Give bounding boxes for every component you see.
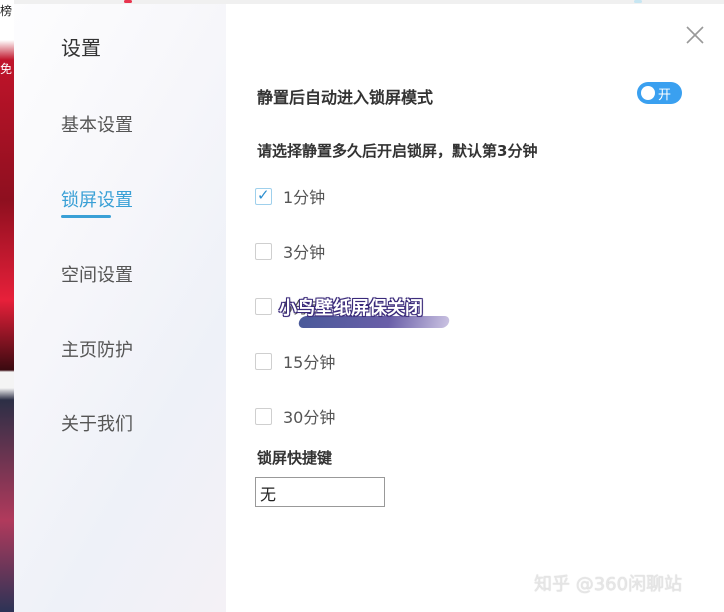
lock-screen-settings-panel: 静置后自动进入锁屏模式 开 请选择静置多久后开启锁屏，默认第3分钟 ✓ 1分钟 …	[14, 4, 724, 612]
toggle-label: 开	[658, 88, 672, 103]
background-text-fragment: 免	[0, 62, 13, 76]
lock-option-3-minutes[interactable]: 3分钟	[255, 241, 326, 262]
overlay-caption: 小鸟壁纸屏保关闭	[279, 298, 423, 319]
option-label: 3分钟	[283, 243, 326, 262]
lock-option-15-minutes[interactable]: 15分钟	[255, 351, 336, 372]
lock-option-30-minutes[interactable]: 30分钟	[255, 406, 336, 427]
background-app-strip: 榜 免	[0, 0, 14, 612]
checkbox[interactable]: ✓	[255, 185, 272, 205]
option-label: 1分钟	[283, 188, 326, 207]
checkmark-icon: ✓	[257, 185, 270, 204]
checkbox[interactable]	[255, 242, 272, 260]
background-text-fragment: 榜	[0, 4, 13, 18]
option-label: 30分钟	[283, 408, 336, 427]
auto-lock-toggle[interactable]: 开	[637, 82, 682, 104]
option-label: 15分钟	[283, 353, 336, 372]
auto-lock-label: 静置后自动进入锁屏模式	[257, 88, 434, 107]
settings-dialog: 设置 基本设置 锁屏设置 空间设置 主页防护 关于我们 静置后自动进入锁屏模式 …	[14, 4, 724, 612]
checkbox[interactable]	[255, 297, 272, 315]
toggle-knob	[641, 86, 655, 100]
background-mark	[124, 0, 132, 3]
hotkey-label: 锁屏快捷键	[257, 449, 333, 467]
footer-watermark: 知乎 @360闲聊站	[534, 574, 683, 595]
lock-delay-prompt: 请选择静置多久后开启锁屏，默认第3分钟	[257, 142, 538, 160]
lock-option-1-minute[interactable]: ✓ 1分钟	[255, 185, 326, 207]
checkbox[interactable]	[255, 352, 272, 370]
hotkey-input[interactable]: 无	[255, 477, 385, 507]
checkbox[interactable]	[255, 407, 272, 425]
background-mark	[634, 0, 642, 3]
